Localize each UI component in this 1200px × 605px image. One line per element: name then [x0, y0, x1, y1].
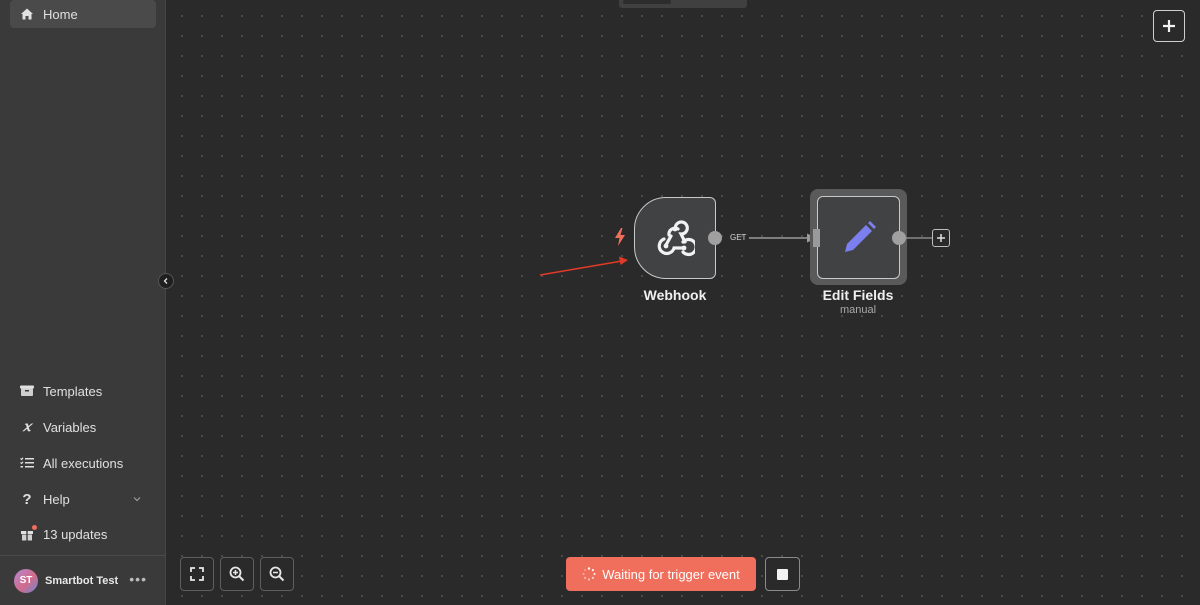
trigger-bolt-icon — [615, 228, 625, 246]
more-options-icon[interactable]: ••• — [129, 571, 147, 587]
stop-icon — [777, 568, 788, 580]
sidebar-item-label: Home — [43, 6, 78, 22]
waiting-for-trigger-button[interactable]: Waiting for trigger event — [566, 557, 756, 591]
pencil-icon — [844, 220, 876, 252]
spinner-icon — [582, 567, 596, 581]
avatar[interactable]: ST — [14, 568, 38, 593]
gift-icon — [20, 525, 37, 541]
sidebar-item-home[interactable]: Home — [10, 0, 156, 28]
workflow-canvas[interactable]: Webhook GET Edit Fields manual Waiting f… — [166, 0, 1200, 605]
sidebar-item-label: Help — [43, 491, 70, 507]
sidebar-item-help[interactable]: ? Help — [10, 485, 156, 513]
webhook-node[interactable] — [634, 197, 716, 279]
view-tabs[interactable] — [619, 0, 747, 8]
plus-icon — [937, 234, 945, 242]
collapse-sidebar-button[interactable] — [158, 273, 174, 289]
add-node-button[interactable] — [1153, 10, 1185, 42]
chevron-down-icon — [132, 492, 142, 507]
variable-icon: 𝑥 — [23, 419, 31, 435]
fit-view-icon — [190, 567, 204, 581]
edit-fields-node-label: Edit Fields — [822, 287, 894, 303]
zoom-out-button[interactable] — [260, 557, 294, 591]
annotation-arrow — [539, 256, 628, 276]
user-menu[interactable]: ST Smartbot Test ••• — [0, 555, 165, 605]
home-icon — [20, 7, 34, 21]
zoom-in-icon — [229, 566, 245, 582]
connection-label: GET — [730, 233, 747, 242]
sidebar-item-templates[interactable]: Templates — [10, 377, 156, 405]
sidebar: Home Templates 𝑥 Variables All execution… — [0, 0, 166, 605]
zoom-out-icon — [269, 566, 285, 582]
zoom-to-fit-button[interactable] — [180, 557, 214, 591]
edit-fields-output-handle[interactable] — [892, 231, 906, 245]
sidebar-item-updates[interactable]: 13 updates — [10, 520, 156, 548]
add-next-node-button[interactable] — [932, 229, 950, 247]
waiting-label: Waiting for trigger event — [602, 566, 740, 582]
sidebar-item-label: Variables — [43, 419, 97, 435]
sidebar-item-label: Templates — [43, 383, 103, 399]
webhook-icon — [657, 220, 695, 257]
sidebar-item-label: All executions — [43, 455, 124, 471]
box-icon — [20, 384, 34, 398]
webhook-node-label: Webhook — [643, 287, 707, 303]
stop-execution-button[interactable] — [765, 557, 800, 591]
edit-fields-node[interactable] — [817, 196, 900, 279]
notification-dot — [32, 525, 37, 530]
sidebar-item-all-executions[interactable]: All executions — [10, 449, 156, 477]
user-name: Smartbot Test — [45, 574, 119, 587]
chevron-left-icon — [163, 278, 168, 284]
list-check-icon — [20, 456, 34, 470]
sidebar-item-variables[interactable]: 𝑥 Variables — [10, 413, 156, 441]
question-icon: ? — [22, 490, 32, 508]
webhook-output-handle[interactable] — [708, 231, 722, 245]
plus-icon — [1163, 20, 1175, 32]
zoom-in-button[interactable] — [220, 557, 254, 591]
edit-fields-input-handle[interactable] — [813, 229, 820, 247]
output-connector-line — [906, 237, 932, 239]
sidebar-item-label: 13 updates — [43, 526, 108, 542]
edit-fields-node-subtitle: manual — [839, 304, 877, 316]
